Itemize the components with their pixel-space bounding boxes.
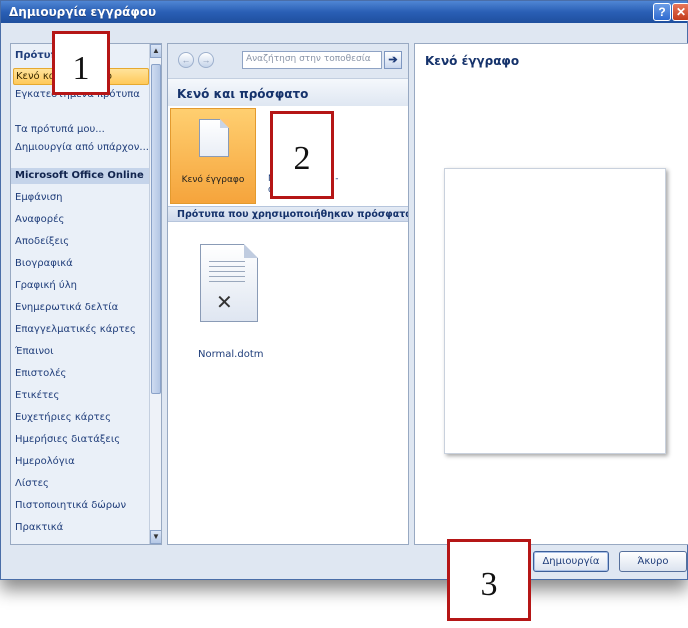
preview-page-thumbnail [444,168,666,454]
sidebar-scrollbar[interactable]: ▲ ▼ [149,44,161,544]
back-arrow-icon[interactable]: ← [178,52,194,68]
callout-1: 1 [52,31,110,95]
help-button[interactable]: ? [653,3,671,21]
scroll-thumb[interactable] [151,64,161,394]
tile-blank-document[interactable]: Κενό έγγραφο [170,108,256,204]
sidebar-item-letters[interactable]: Επιστολές [15,368,149,379]
sidebar-item-newsletters[interactable]: Ενημερωτικά δελτία [15,302,149,313]
sidebar-item-receipts[interactable]: Αποδείξεις [15,236,149,247]
create-button[interactable]: Δημιουργία [533,551,609,572]
template-label: Normal.dotm [198,349,264,360]
templates-sidebar: Πρότυπα Κενό και πρόσφατο Εγκατεστημένα … [10,43,162,545]
cancel-button[interactable]: Άκυρο [619,551,687,572]
sidebar-item-awards[interactable]: Έπαινοι [15,346,149,357]
sidebar-item-lists[interactable]: Λίστες [15,478,149,489]
recent-templates-header: Πρότυπα που χρησιμοποιήθηκαν πρόσφατα [168,206,408,222]
window-title: Δημιουργία εγγράφου [9,5,157,19]
sidebar-item-stationery[interactable]: Γραφική ύλη [15,280,149,291]
sidebar-item-calendars[interactable]: Ημερολόγια [15,456,149,467]
template-item-normal[interactable]: ✕ [200,244,260,322]
sidebar-item-gift-certificates[interactable]: Πιστοποιητικά δώρων [15,500,149,511]
sidebar-item-minutes[interactable]: Πρακτικά [15,522,149,533]
gallery-section-title: Κενό και πρόσφατο [168,78,408,106]
x-mark-icon: ✕ [216,292,233,314]
title-bar[interactable]: Δημιουργία εγγράφου ? ✕ [1,1,688,23]
preview-pane: Κενό έγγραφο [414,43,688,545]
forward-arrow-icon[interactable]: → [198,52,214,68]
callout-3: 3 [447,539,531,621]
sidebar-item-new-from-existing[interactable]: Δημιουργία από υπάρχον... [15,142,149,153]
word-template-icon: ✕ [200,244,258,322]
scroll-down-icon[interactable]: ▼ [150,530,161,544]
sidebar-item-resumes[interactable]: Βιογραφικά [15,258,149,269]
search-input[interactable]: Αναζήτηση στην τοποθεσία [242,51,382,69]
sidebar-item-appearance[interactable]: Εμφάνιση [15,192,149,203]
sidebar-item-greeting-cards[interactable]: Ευχετήριες κάρτες [15,412,149,423]
sidebar-item-agendas[interactable]: Ημερήσιες διατάξεις [15,434,149,445]
gallery-toolbar: ← → Αναζήτηση στην τοποθεσία ➔ [168,44,408,78]
search-go-button[interactable]: ➔ [384,51,402,69]
sidebar-item-my-templates[interactable]: Τα πρότυπά μου... [15,124,149,135]
sidebar-item-business-cards[interactable]: Επαγγελματικές κάρτες [15,324,149,335]
sidebar-item-labels[interactable]: Ετικέτες [15,390,149,401]
blank-document-icon [199,119,229,157]
preview-title: Κενό έγγραφο [425,54,520,68]
sidebar-section-office-online: Microsoft Office Online [11,168,149,184]
tile-label: Κενό έγγραφο [181,175,245,185]
callout-2: 2 [270,111,334,199]
scroll-up-icon[interactable]: ▲ [150,44,161,58]
sidebar-item-reports[interactable]: Αναφορές [15,214,149,225]
close-button[interactable]: ✕ [672,3,688,21]
